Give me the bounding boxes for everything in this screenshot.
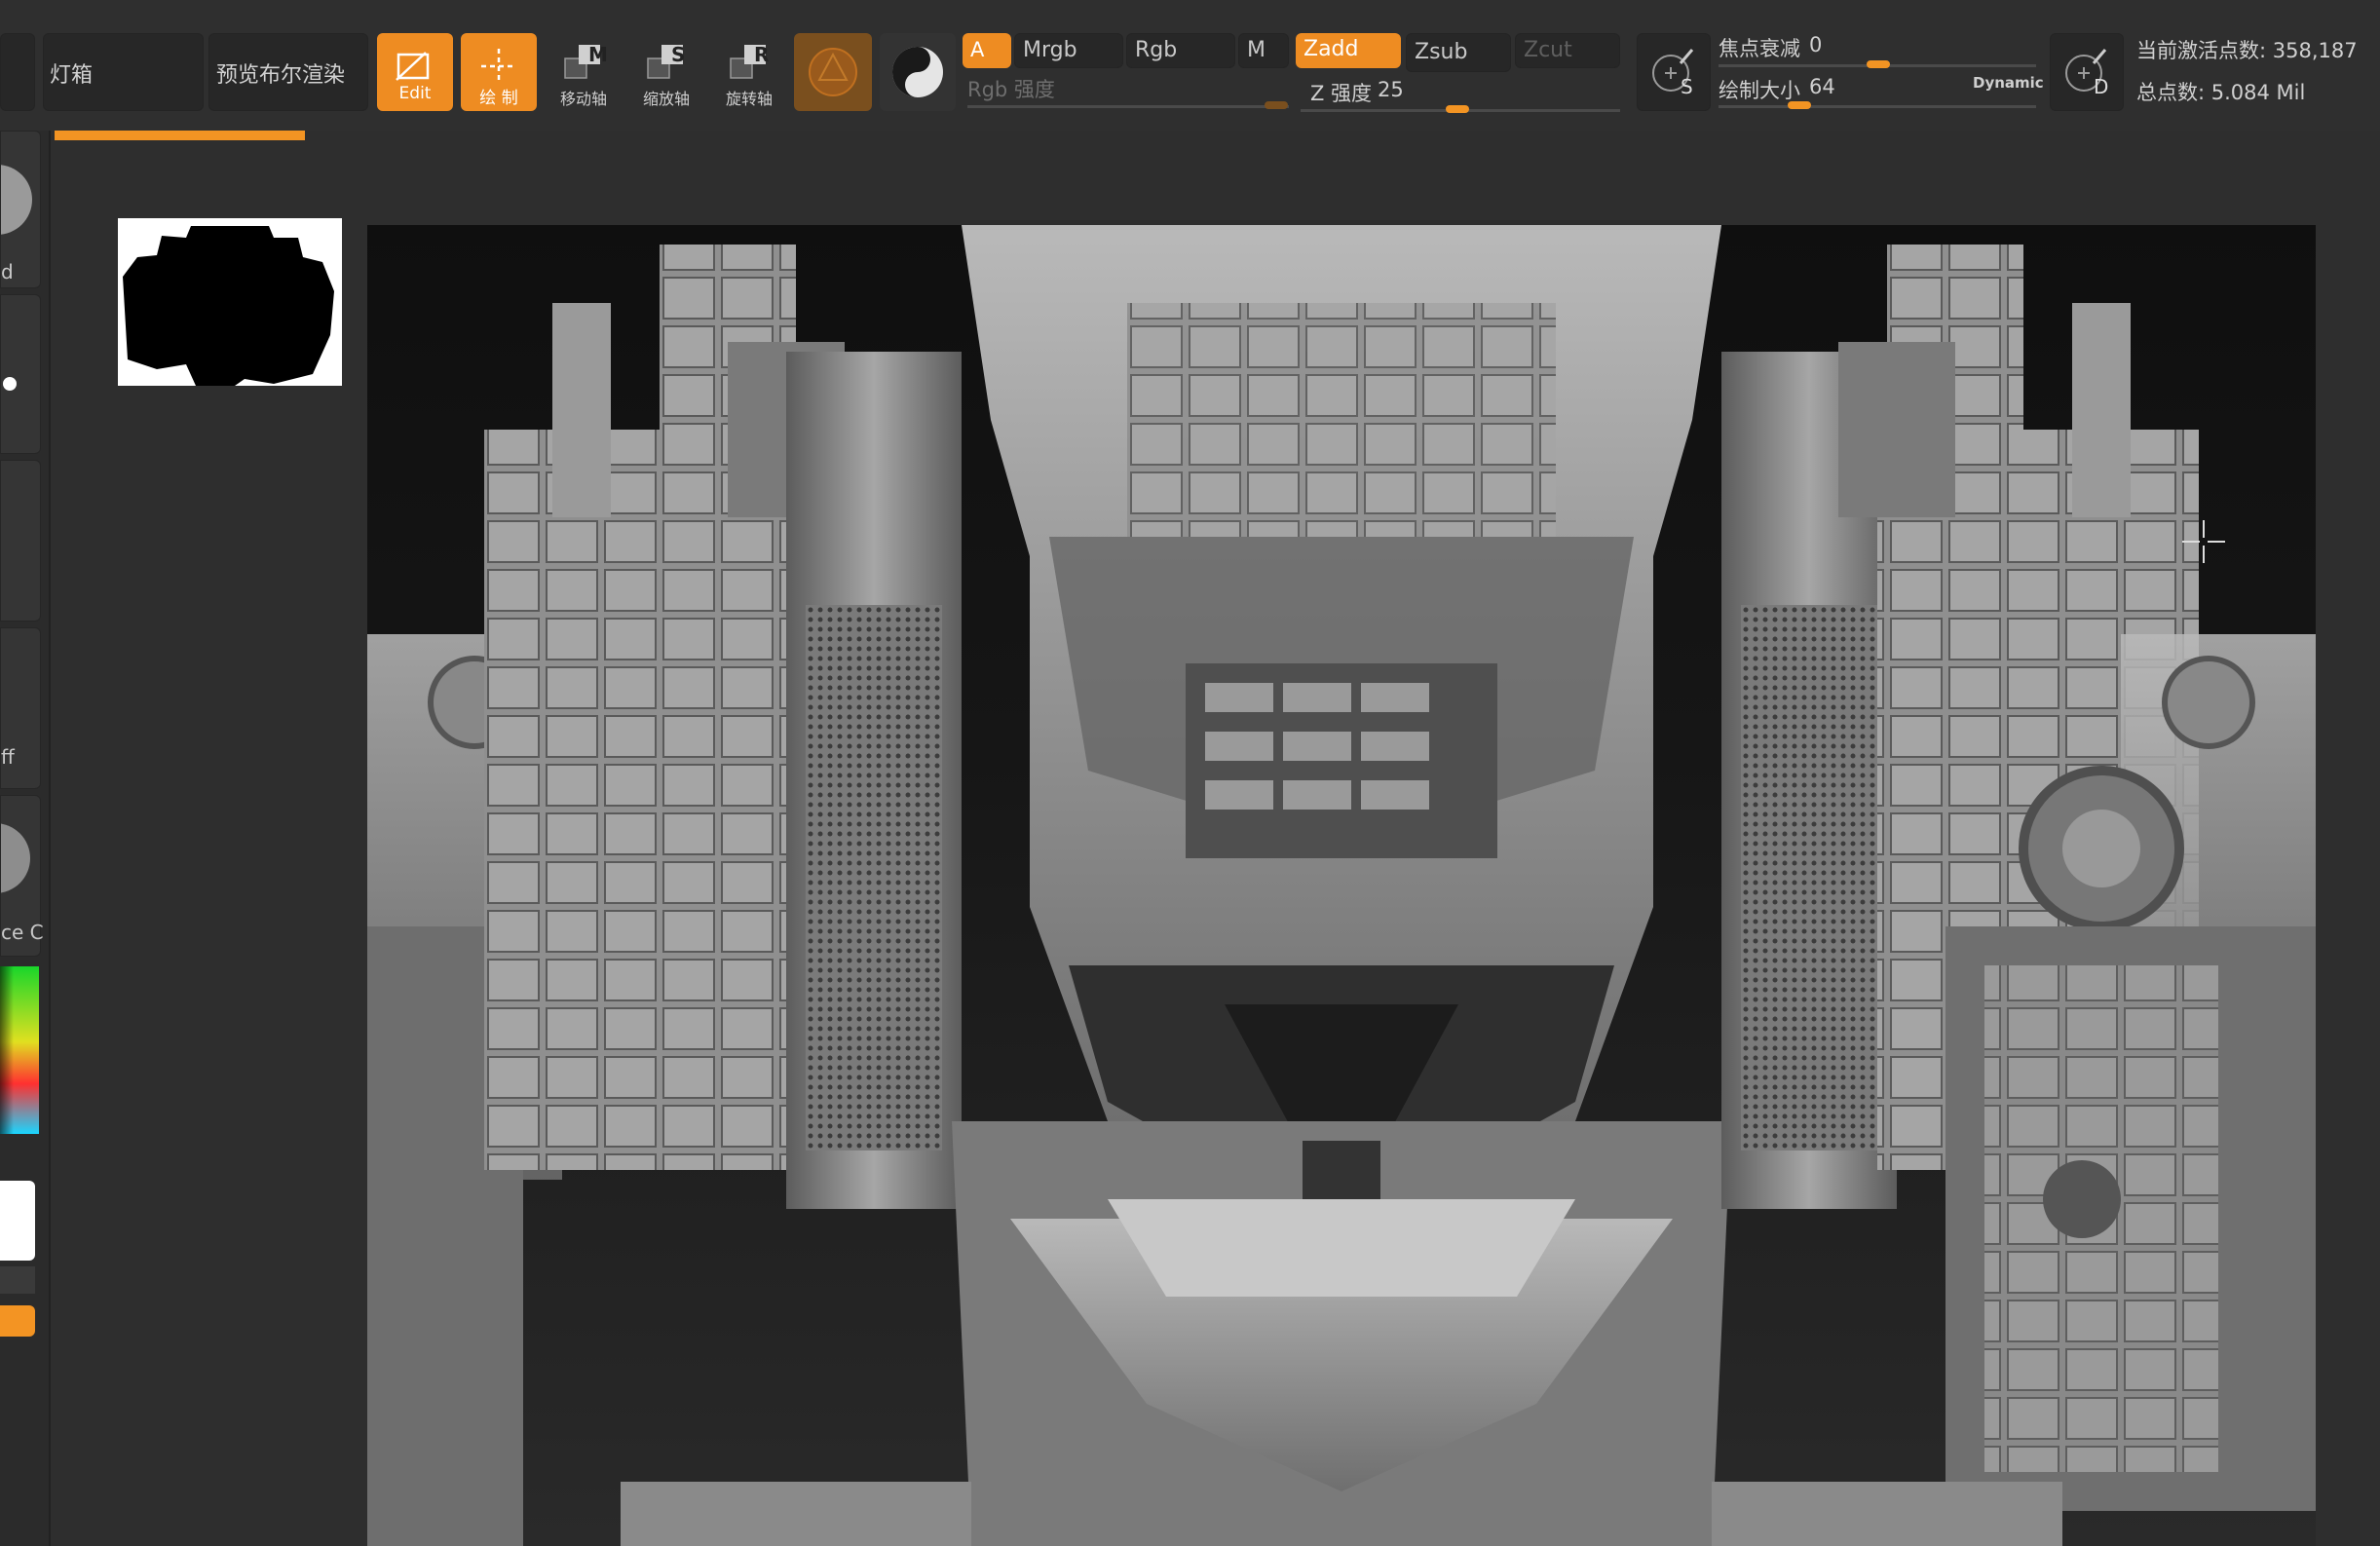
zadd-toggle[interactable]: Zadd — [1296, 33, 1401, 68]
move-label: 移动轴 — [559, 90, 607, 108]
color-switch-button[interactable] — [0, 1305, 35, 1337]
zcut-label: Zcut — [1524, 38, 1572, 62]
active-points-readout: 当前激活点数: 358,187 — [2136, 35, 2358, 64]
move-icon — [564, 45, 600, 79]
mrgb-toggle[interactable]: Mrgb — [1014, 33, 1123, 68]
preview-boolean-label: 预览布尔渲染 — [216, 63, 346, 88]
scale-key: S — [671, 43, 686, 66]
rgb-intensity-knob[interactable] — [1265, 101, 1288, 109]
draw-size-value: 64 — [1809, 75, 1835, 98]
draw-size-label: 绘制大小 — [1719, 79, 1800, 102]
left-stub-button[interactable] — [0, 33, 35, 111]
focal-shift-label: 焦点衰减 — [1719, 37, 1800, 60]
move-key: M — [588, 43, 608, 66]
a-toggle[interactable]: A — [963, 33, 1011, 68]
zcut-toggle[interactable]: Zcut — [1515, 33, 1620, 68]
draw-size-knob[interactable] — [1788, 101, 1811, 109]
rotate-button[interactable]: R 旋转轴 — [711, 33, 787, 111]
active-points-value: 358,187 — [2272, 39, 2358, 62]
rgb-intensity-label: Rgb 强度 — [967, 78, 1055, 101]
texture-slot[interactable]: ff — [0, 627, 41, 789]
model-silhouette-icon — [123, 226, 334, 386]
focal-shift-knob[interactable] — [1867, 60, 1890, 68]
left-tool-panel: d ff ce C — [0, 131, 51, 1546]
total-points-label: 总点数: — [2136, 81, 2206, 104]
mech-model-render — [367, 225, 2316, 1546]
rotate-icon — [730, 45, 766, 79]
preview-boolean-render-button[interactable]: 预览布尔渲染 — [208, 33, 368, 111]
active-points-label: 当前激活点数: — [2136, 39, 2267, 62]
edit-label: Edit — [398, 84, 432, 103]
color-picker[interactable] — [0, 966, 39, 1134]
m-label: M — [1247, 38, 1266, 62]
total-points-readout: 总点数: 5.084 Mil — [2136, 77, 2305, 106]
brush-slot[interactable]: d — [0, 131, 41, 288]
move-button[interactable]: M 移动轴 — [546, 33, 622, 111]
zsub-toggle[interactable]: Zsub — [1406, 33, 1511, 72]
3d-viewport[interactable] — [367, 225, 2316, 1546]
zsub-label: Zsub — [1415, 40, 1468, 64]
material-button[interactable] — [794, 33, 872, 111]
total-points-value: 5.084 Mil — [2210, 81, 2306, 104]
draw-label: 绘 制 — [479, 89, 518, 108]
lazy-s-icon — [1652, 49, 1694, 92]
brush-slot-label: d — [1, 260, 14, 283]
focal-shift-value: 0 — [1809, 33, 1823, 57]
material-slot[interactable]: ce C — [0, 795, 44, 957]
rgb-toggle[interactable]: Rgb — [1126, 33, 1235, 68]
stroke-slot[interactable] — [0, 294, 41, 454]
crosshair-cursor-icon — [2182, 520, 2225, 563]
edit-icon — [396, 52, 430, 81]
draw-button[interactable]: 绘 制 — [461, 33, 537, 111]
scale-button[interactable]: S 缩放轴 — [628, 33, 704, 111]
edit-button[interactable]: Edit — [377, 33, 453, 111]
z-intensity-value: 25 — [1378, 78, 1404, 101]
lightbox-label: 灯箱 — [50, 63, 94, 88]
rgb-intensity-slider[interactable] — [967, 105, 1289, 108]
brush-alpha-icon — [892, 47, 943, 97]
stroke-dot-icon — [3, 377, 17, 391]
rgb-label: Rgb — [1135, 38, 1178, 62]
draw-crosshair-icon — [481, 49, 516, 84]
s-label: S — [1681, 75, 1693, 98]
brush-sphere-icon — [1, 165, 32, 235]
navigation-thumbnail[interactable] — [118, 218, 342, 386]
brush-alpha-button[interactable] — [880, 33, 956, 111]
z-intensity-knob[interactable] — [1446, 105, 1469, 113]
scale-label: 缩放轴 — [642, 90, 690, 108]
z-intensity-label: Z 强度 — [1310, 82, 1373, 105]
scale-icon — [647, 45, 683, 79]
lazy-d-button[interactable]: D — [2050, 33, 2124, 111]
main-color-swatch[interactable] — [0, 1181, 35, 1261]
color-picker-gradient — [0, 966, 39, 1134]
lightbox-button[interactable]: 灯箱 — [43, 33, 204, 111]
texture-slot-label: ff — [1, 745, 15, 769]
alpha-slot[interactable] — [0, 460, 41, 622]
m-toggle[interactable]: M — [1238, 33, 1289, 68]
draw-size-slider[interactable] — [1719, 105, 2036, 108]
dynamic-label[interactable]: Dynamic — [1973, 74, 2044, 92]
lazy-d-icon — [2065, 49, 2107, 92]
material-slot-label: ce C — [1, 921, 44, 944]
d-label: D — [2094, 75, 2109, 98]
material-sphere-thumb-icon — [1, 823, 30, 893]
mrgb-label: Mrgb — [1023, 38, 1077, 62]
secondary-color-swatch[interactable] — [0, 1266, 35, 1294]
material-sphere-icon — [809, 48, 857, 96]
top-toolbar: 灯箱 预览布尔渲染 Edit 绘 制 M 移动轴 S 缩放轴 R 旋转轴 A M… — [0, 0, 2380, 131]
a-label: A — [970, 38, 985, 61]
progress-bar — [55, 131, 305, 140]
rotate-label: 旋转轴 — [725, 90, 773, 108]
rotate-key: R — [754, 43, 770, 66]
zadd-label: Zadd — [1303, 37, 1359, 61]
lazy-s-button[interactable]: S — [1637, 33, 1711, 111]
